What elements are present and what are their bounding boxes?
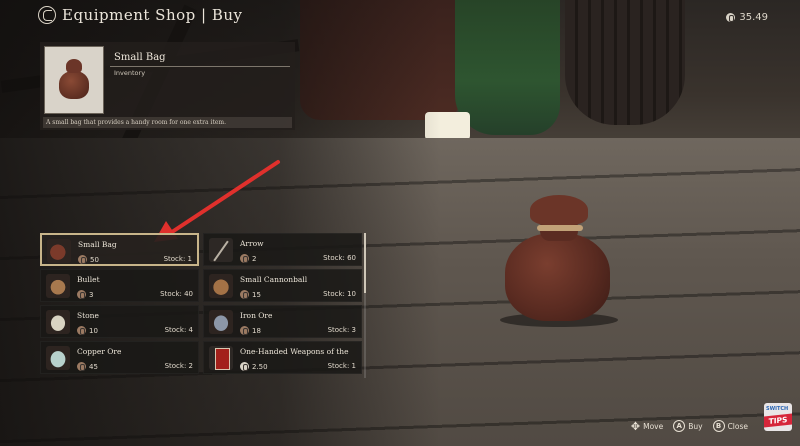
- move-hint: ✥ Move: [631, 421, 663, 432]
- item-price: 18: [240, 326, 261, 335]
- item-price: 2: [240, 254, 256, 263]
- scrollbar-thumb[interactable]: [364, 233, 366, 293]
- item-price: 3: [77, 290, 93, 299]
- a-button-icon: A: [673, 420, 686, 432]
- coin-icon: [240, 254, 249, 263]
- shop-item-grid: Small Bag 50 Stock: 1 Arrow 2 Stock: 60 …: [40, 233, 364, 378]
- item-stock: Stock: 4: [164, 326, 193, 334]
- annotation-arrow: [154, 160, 280, 242]
- switch-tips-logo: SWITCH TIPS: [764, 403, 792, 431]
- shop-item-small-cannonball[interactable]: Small Cannonball 15 Stock: 10: [203, 269, 362, 302]
- coin-icon: [240, 326, 249, 335]
- coin-icon: [77, 326, 86, 335]
- buy-label: Buy: [688, 421, 703, 431]
- shop-item-copper-ore[interactable]: Copper Ore 45 Stock: 2: [40, 341, 199, 374]
- coin-icon: [78, 255, 87, 264]
- item-price: 2.50: [240, 362, 268, 371]
- logo-band-text: TIPS: [764, 413, 792, 428]
- book-icon: [209, 346, 233, 370]
- bullet-pouch-icon: [46, 274, 70, 298]
- item-name: Bullet: [77, 275, 100, 284]
- item-name: Arrow: [240, 239, 264, 248]
- item-stock: Stock: 2: [164, 362, 193, 370]
- shop-item-stone[interactable]: Stone 10 Stock: 4: [40, 305, 199, 338]
- item-price: 45: [77, 362, 98, 371]
- coin-icon: [240, 290, 249, 299]
- item-stock: Stock: 1: [163, 255, 192, 263]
- item-name: Small Cannonball: [240, 275, 308, 284]
- shop-item-iron-ore[interactable]: Iron Ore 18 Stock: 3: [203, 305, 362, 338]
- item-name: Small Bag: [78, 240, 117, 249]
- close-button[interactable]: B Close: [712, 420, 748, 432]
- shop-item-bullet[interactable]: Bullet 3 Stock: 40: [40, 269, 199, 302]
- item-name: One-Handed Weapons of the: [240, 347, 349, 356]
- arrow-icon: [209, 238, 233, 262]
- item-stock: Stock: 10: [323, 290, 356, 298]
- coin-icon: [240, 362, 249, 371]
- stone-icon: [46, 310, 70, 334]
- item-name: Stone: [77, 311, 99, 320]
- item-name: Iron Ore: [240, 311, 273, 320]
- cannonball-pouch-icon: [209, 274, 233, 298]
- item-name: Copper Ore: [77, 347, 122, 356]
- item-stock: Stock: 1: [327, 362, 356, 370]
- coin-icon: [77, 290, 86, 299]
- iron-ore-icon: [209, 310, 233, 334]
- item-list-scrollbar[interactable]: [364, 233, 366, 378]
- move-label: Move: [643, 421, 664, 431]
- annotation-arrow-shaft: [170, 160, 280, 234]
- b-button-icon: B: [712, 420, 725, 432]
- small-bag-icon: [47, 239, 71, 263]
- shop-item-one-handed-weapons-book[interactable]: One-Handed Weapons of the 2.50 Stock: 1: [203, 341, 362, 374]
- copper-ore-icon: [46, 346, 70, 370]
- close-label: Close: [727, 421, 748, 431]
- shop-item-arrow[interactable]: Arrow 2 Stock: 60: [203, 233, 362, 266]
- item-price: 15: [240, 290, 261, 299]
- item-stock: Stock: 60: [323, 254, 356, 262]
- item-price: 50: [78, 255, 99, 264]
- coin-icon: [77, 362, 86, 371]
- shop-item-small-bag[interactable]: Small Bag 50 Stock: 1: [40, 233, 199, 266]
- dpad-icon: ✥: [630, 419, 641, 433]
- controls-hint-bar: ✥ Move A Buy B Close: [631, 420, 748, 432]
- buy-button[interactable]: A Buy: [673, 420, 703, 432]
- logo-top-text: SWITCH: [766, 406, 789, 412]
- item-stock: Stock: 40: [160, 290, 193, 298]
- item-price: 10: [77, 326, 98, 335]
- item-stock: Stock: 3: [327, 326, 356, 334]
